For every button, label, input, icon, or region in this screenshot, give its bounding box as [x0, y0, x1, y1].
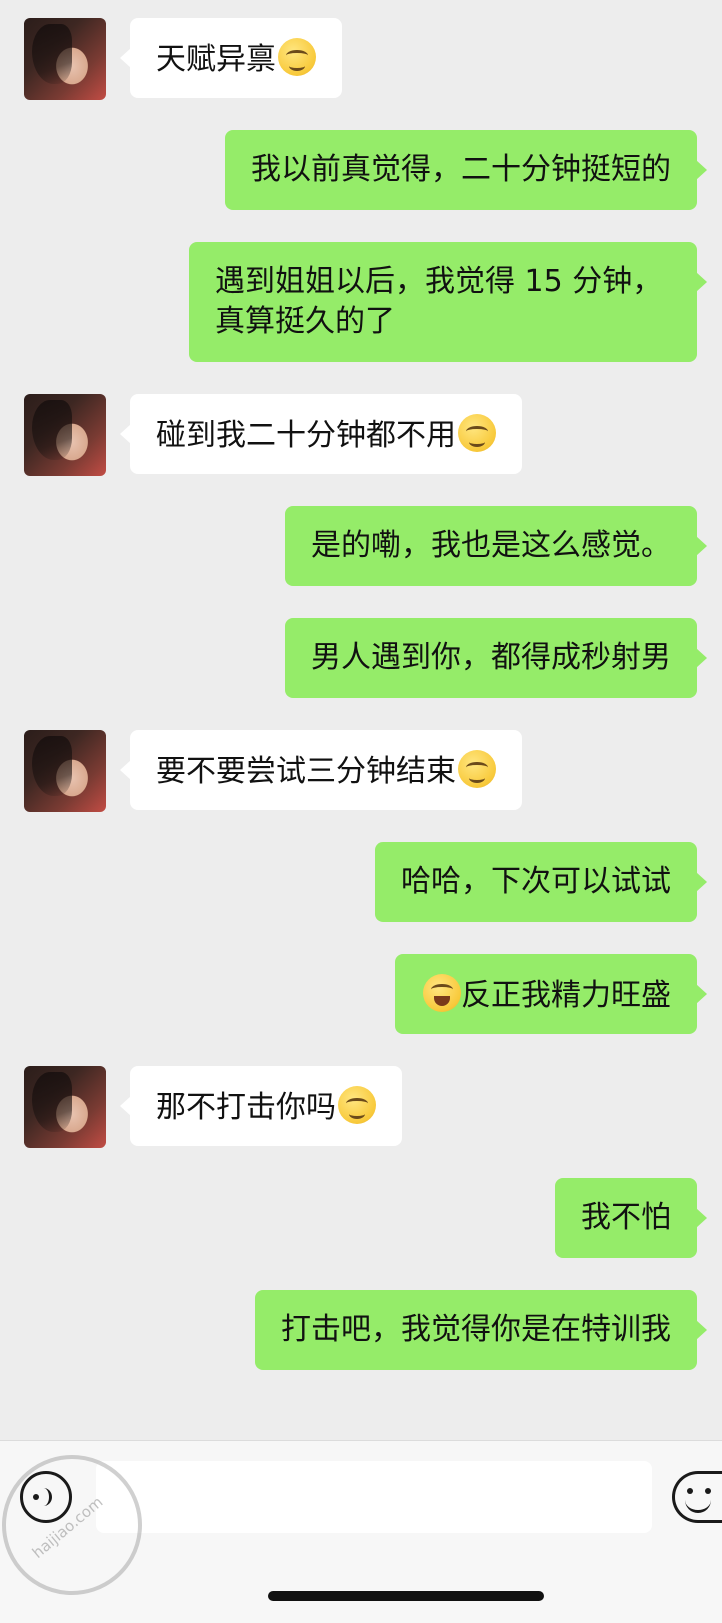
outgoing-message[interactable]: 男人遇到你，都得成秒射男 — [285, 618, 707, 698]
incoming-message[interactable]: 天赋异禀 — [120, 18, 342, 98]
outgoing-message[interactable]: 我以前真觉得，二十分钟挺短的 — [225, 130, 707, 210]
outgoing-message[interactable]: 我不怕 — [555, 1178, 707, 1258]
outgoing-message[interactable]: 遇到姐姐以后，我觉得 15 分钟，真算挺久的了 — [189, 242, 707, 362]
outgoing-message[interactable]: 反正我精力旺盛 — [395, 954, 707, 1034]
message-text: 反正我精力旺盛 — [461, 978, 671, 1013]
message-text: 要不要尝试三分钟结束 — [156, 754, 456, 789]
emoji-icon[interactable] — [672, 1471, 722, 1523]
message-text: 遇到姐姐以后，我觉得 15 分钟，真算挺久的了 — [215, 264, 663, 339]
outgoing-message[interactable]: 哈哈，下次可以试试 — [375, 842, 707, 922]
message-text: 打击吧，我觉得你是在特训我 — [281, 1312, 671, 1347]
message-text: 是的嘞，我也是这么感觉。 — [311, 528, 671, 563]
chat-area[interactable]: 天赋异禀 我以前真觉得，二十分钟挺短的 遇到姐姐以后，我觉得 15 分钟，真算挺… — [0, 0, 722, 1440]
watermark-text: haijiao.com — [28, 1492, 107, 1562]
contact-avatar[interactable] — [24, 730, 106, 812]
smirk-emoji-icon — [278, 38, 316, 76]
smirk-emoji-icon — [338, 1086, 376, 1124]
message-text: 我以前真觉得，二十分钟挺短的 — [251, 152, 671, 187]
message-text: 男人遇到你，都得成秒射男 — [311, 640, 671, 675]
incoming-message[interactable]: 那不打击你吗 — [120, 1066, 402, 1146]
home-indicator[interactable] — [268, 1591, 544, 1601]
smirk-emoji-icon — [458, 414, 496, 452]
message-text: 我不怕 — [581, 1200, 671, 1235]
message-text: 那不打击你吗 — [156, 1090, 336, 1125]
contact-avatar[interactable] — [24, 394, 106, 476]
contact-avatar[interactable] — [24, 18, 106, 100]
laugh-tears-emoji-icon — [423, 974, 461, 1012]
contact-avatar[interactable] — [24, 1066, 106, 1148]
outgoing-message[interactable]: 是的嘞，我也是这么感觉。 — [285, 506, 707, 586]
message-text: 天赋异禀 — [156, 42, 276, 77]
incoming-message[interactable]: 要不要尝试三分钟结束 — [120, 730, 522, 810]
incoming-message[interactable]: 碰到我二十分钟都不用 — [120, 394, 522, 474]
smirk-emoji-icon — [458, 750, 496, 788]
message-input[interactable] — [96, 1461, 652, 1533]
message-text: 哈哈，下次可以试试 — [401, 864, 671, 899]
outgoing-message[interactable]: 打击吧，我觉得你是在特训我 — [255, 1290, 707, 1370]
message-text: 碰到我二十分钟都不用 — [156, 418, 456, 453]
